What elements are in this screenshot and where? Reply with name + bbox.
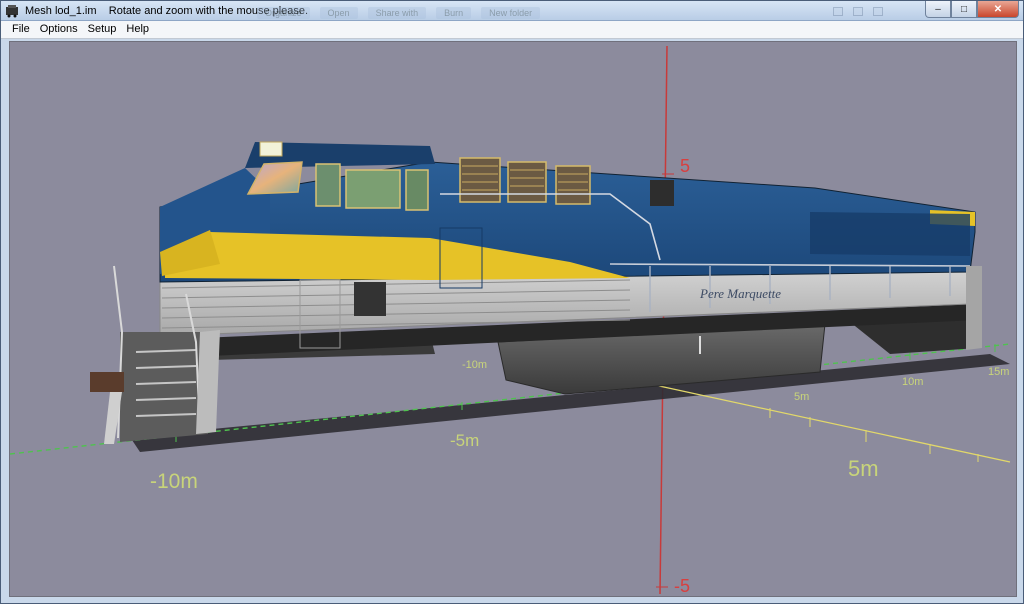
ghost-open: Open [319, 7, 358, 19]
minimize-button[interactable]: – [925, 1, 951, 18]
rear-end [966, 266, 982, 350]
app-window: Mesh lod_1.im Rotate and zoom with the m… [0, 0, 1024, 604]
app-icon [6, 5, 18, 18]
axis-label-z-neg5: -5m [450, 431, 479, 450]
close-button[interactable]: ✕ [977, 1, 1019, 18]
scene-canvas[interactable]: 5 -5 5m -10m -5m -10m 5m 10m 15m Pere Ma… [10, 42, 1017, 597]
ghost-organize: Organize [257, 7, 310, 19]
axis-label-z-15: 15m [988, 366, 1009, 378]
axis-label-x-pos: 5m [848, 456, 879, 481]
axis-label-x-neg: -10m [462, 359, 487, 371]
axis-label-y-top: 5 [680, 156, 690, 176]
axis-label-z-10: 10m [902, 376, 923, 388]
background-explorer-toolbar: Organize Open Share with Burn New folder [257, 7, 541, 19]
radiator-grilles [459, 157, 591, 205]
coupler [90, 372, 124, 392]
menu-help[interactable]: Help [121, 21, 154, 38]
caption-buttons: – □ ✕ [925, 1, 1019, 18]
ghost-new-folder: New folder [481, 7, 541, 19]
ghost-share: Share with [367, 7, 427, 19]
headlight [259, 141, 283, 157]
axis-label-y-bottom: -5 [674, 576, 690, 596]
3d-viewport[interactable]: 5 -5 5m -10m -5m -10m 5m 10m 15m Pere Ma… [9, 41, 1017, 597]
rear-hood-detail [810, 212, 970, 256]
body-grille-vent [354, 282, 386, 316]
ghost-ctrl-3 [873, 7, 883, 16]
axis-label-z-neg10: -10m [150, 470, 198, 493]
ghost-ctrl-2 [853, 7, 863, 16]
rear-hood-vent [650, 180, 674, 206]
front-plate [196, 330, 220, 434]
menu-file[interactable]: File [7, 21, 35, 38]
cab-window-2 [345, 169, 401, 209]
background-window-controls [833, 7, 883, 16]
maximize-button[interactable]: □ [951, 1, 977, 18]
x-axis-line [649, 383, 1011, 463]
ghost-burn: Burn [436, 7, 472, 19]
menu-options[interactable]: Options [35, 21, 83, 38]
ghost-ctrl-1 [833, 7, 843, 16]
menu-bar: File Options Setup Help [1, 21, 1023, 39]
cab-window-3 [405, 169, 429, 211]
menu-setup[interactable]: Setup [83, 21, 122, 38]
cab-window-1 [315, 163, 341, 207]
livery-text: Pere Marquette [699, 286, 781, 301]
front-pilot [120, 332, 208, 442]
axis-label-z-pos5: 5m [794, 391, 809, 403]
title-bar[interactable]: Mesh lod_1.im Rotate and zoom with the m… [1, 1, 1023, 21]
